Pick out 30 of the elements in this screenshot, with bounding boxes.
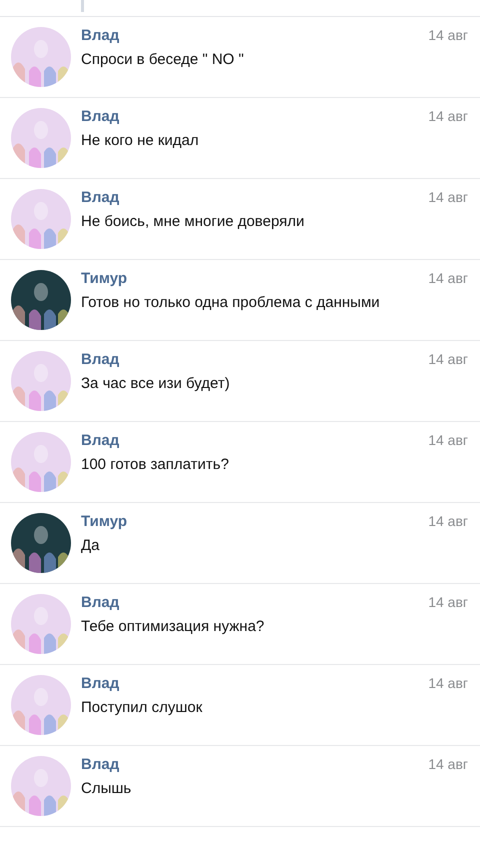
message-date: 14 авг: [428, 270, 468, 286]
message-date: 14 авг: [428, 675, 468, 691]
sender-name: Влад: [81, 108, 120, 125]
message-text: Тебе оптимизация нужна?: [81, 618, 266, 635]
message-date: 14 авг: [428, 756, 468, 772]
sender-name: Влад: [81, 594, 120, 611]
sender-name: Влад: [81, 432, 120, 449]
sender-name: Тимур: [81, 270, 128, 287]
sender-name: Влад: [81, 675, 120, 692]
message-date: 14 авг: [428, 108, 468, 124]
message-date: 14 авг: [428, 189, 468, 205]
sender-name: Влад: [81, 756, 120, 773]
message-text: За час все изи будет): [81, 375, 231, 392]
sender-name: Влад: [81, 189, 120, 206]
message-date: 14 авг: [428, 594, 468, 610]
message-date: 14 авг: [428, 432, 468, 448]
message-text: Не боись, мне многие доверяли: [81, 213, 306, 230]
sender-name: Влад: [81, 27, 120, 44]
message-text: 100 готов заплатить?: [81, 456, 230, 473]
message-date: 14 авг: [428, 351, 468, 367]
message-text: Спроси в беседе " NO ": [81, 51, 245, 68]
sender-name: Тимур: [81, 513, 128, 530]
message-date: 14 авг: [428, 513, 468, 529]
sender-name: Влад: [81, 351, 120, 368]
message-text: Поступил слушок: [81, 699, 204, 716]
message-text: Да: [81, 537, 101, 554]
message-text: Готов но только одна проблема с данными: [81, 294, 381, 311]
message-text: Слышь: [81, 780, 132, 797]
message-text: Не кого не кидал: [81, 132, 200, 149]
message-date: 14 авг: [428, 27, 468, 43]
